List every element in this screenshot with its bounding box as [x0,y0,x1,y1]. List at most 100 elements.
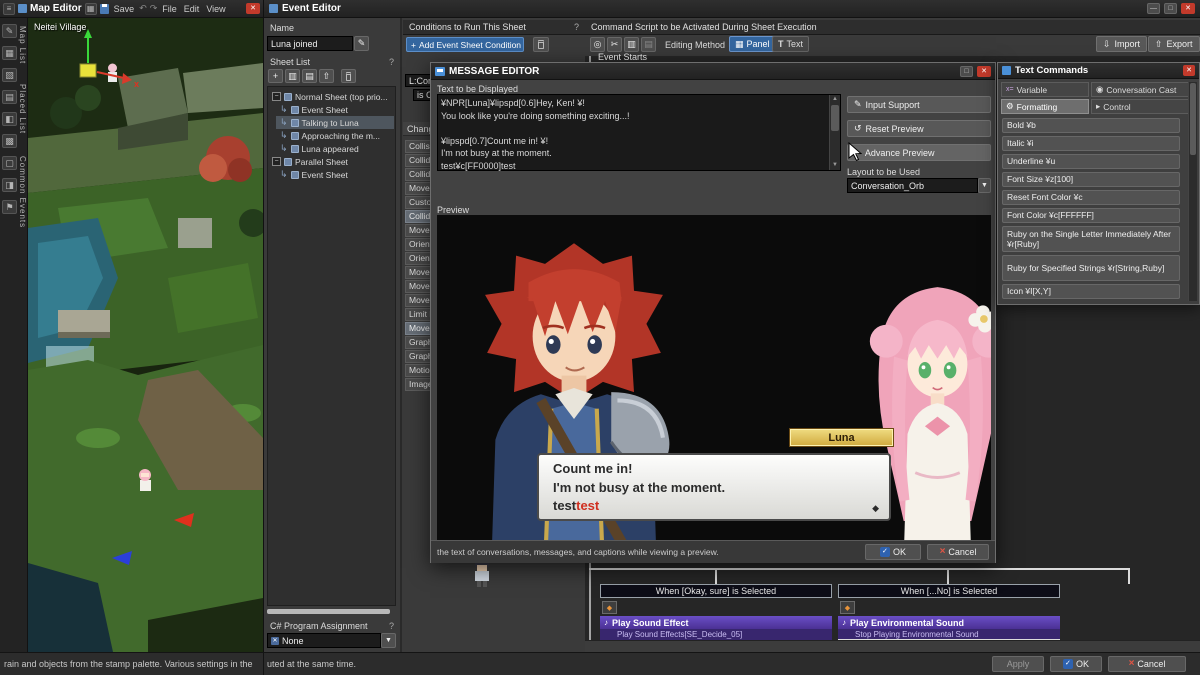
rename-button[interactable]: ✎ [354,36,369,51]
cmd-icon-button[interactable]: Icon ¥I[X,Y] [1002,284,1180,299]
text-commands-scrollbar[interactable] [1188,82,1197,301]
menu-edit[interactable]: Edit [182,4,202,14]
advance-preview-button[interactable]: ▶ Advance Preview [847,144,991,161]
stamp-shade-icon[interactable]: ◨ [2,178,17,192]
scrollbar-thumb[interactable] [831,105,839,131]
message-ok-button[interactable]: ✓OK [865,544,921,560]
panel-toggle[interactable]: ▦ Panel [729,36,776,52]
cmd-bold-button[interactable]: Bold ¥b [1002,118,1180,133]
menu-view[interactable]: View [204,4,227,14]
stamp-select-icon[interactable]: ▢ [2,156,17,170]
insert-handle-icon[interactable]: ◆ [840,601,855,614]
event-flag-icon[interactable]: ⚑ [2,200,17,214]
undo-icon[interactable]: ↶ [139,3,147,14]
map-close-button[interactable]: ✕ [246,3,260,14]
message-cancel-button[interactable]: ×Cancel [927,544,989,560]
preview-eye-icon[interactable]: ◎ [590,37,605,52]
branch-header-no[interactable]: When [...No] is Selected [838,584,1060,598]
menu-icon[interactable]: ≡ [3,3,15,15]
cmd-ruby-single-button[interactable]: Ruby on the Single Letter Immediately Af… [1002,226,1180,252]
export-button[interactable]: ⇧ Export [1148,36,1200,52]
paste-sheet-icon[interactable]: ▤ [302,69,317,83]
cmd-reset-font-color-button[interactable]: Reset Font Color ¥c [1002,190,1180,205]
text-commands-close-button[interactable]: ✕ [1183,65,1195,76]
command-detail-sound-effect[interactable]: Play Sound Effects[SE_Decide_05] [600,629,832,640]
event-name-field[interactable]: Luna joined [267,36,353,51]
command-play-sound-effect[interactable]: ♪ Play Sound Effect [600,616,832,629]
apply-button[interactable]: Apply [992,656,1044,672]
event-starts-node[interactable]: Event Starts [598,52,647,62]
event-close-button[interactable]: ✕ [1181,3,1195,14]
paste-icon[interactable]: ▤ [641,37,656,52]
export-sheet-icon[interactable]: ⇧ [319,69,334,83]
redo-icon[interactable]: ↷ [150,3,158,14]
minimize-button[interactable]: — [1147,3,1160,14]
tree-item-parallel-sheet[interactable]: − Parallel Sheet [268,155,394,168]
tree-item-event-sheet[interactable]: ↳ Event Sheet [276,103,394,116]
delete-condition-button[interactable] [533,37,549,52]
stamp-terrain-icon[interactable]: ▦ [2,46,17,60]
text-toggle[interactable]: T Text [772,36,809,52]
message-text-area[interactable]: ¥NPR[Luna]¥lipspd[0.6]Hey, Ken! ¥! You l… [437,94,841,171]
tab-control[interactable]: ▸ Control [1091,99,1195,114]
layout-select[interactable]: Conversation_Orb [847,178,978,193]
tree-splitter-handle[interactable] [267,609,390,614]
insert-handle-icon[interactable]: ◆ [602,601,617,614]
tree-item-approaching[interactable]: ↳ Approaching the m... [276,129,394,142]
maximize-button[interactable]: □ [1164,3,1177,14]
stamp-pen-icon[interactable]: ✎ [2,24,17,38]
stamp-object-icon[interactable]: ▤ [2,90,17,104]
tree-expander-icon[interactable]: − [272,157,281,166]
menu-file[interactable]: File [160,4,179,14]
copy-icon[interactable]: ▥ [624,37,639,52]
scroll-up-icon[interactable]: ▲ [830,95,840,104]
command-play-env-sound[interactable]: ♪ Play Environmental Sound [838,616,1060,629]
cmd-italic-button[interactable]: Italic ¥i [1002,136,1180,151]
sheet-list-help[interactable]: ? [389,57,394,67]
cmd-font-color-button[interactable]: Font Color ¥c[FFFFFF] [1002,208,1180,223]
tree-item-talking-to-luna[interactable]: ↳ Talking to Luna [276,116,394,129]
cmd-ruby-strings-button[interactable]: Ruby for Specified Strings ¥r[String,Rub… [1002,255,1180,281]
chevron-down-icon[interactable]: ▼ [381,633,396,648]
cmd-underline-button[interactable]: Underline ¥u [1002,154,1180,169]
delete-sheet-button[interactable] [341,69,356,83]
add-sheet-button[interactable]: + [268,69,283,83]
text-area-scrollbar[interactable]: ▲ ▼ [829,95,840,170]
scroll-down-icon[interactable]: ▼ [830,161,840,170]
reset-preview-button[interactable]: ↺ Reset Preview [847,120,991,137]
csharp-select[interactable]: ✕ None [267,633,381,648]
cut-icon[interactable]: ✂ [607,37,622,52]
save-icon[interactable] [100,4,109,14]
input-support-button[interactable]: ✎ Input Support [847,96,991,113]
chevron-down-icon[interactable]: ▼ [978,178,991,193]
tree-expander-icon[interactable]: − [272,92,281,101]
map-viewport[interactable]: x Neitei Village [28,18,263,652]
cmd-font-size-button[interactable]: Font Size ¥z[100] [1002,172,1180,187]
cancel-button[interactable]: ×Cancel [1108,656,1186,672]
side-tab-placed-list[interactable]: Placed List [18,84,27,134]
tab-conversation-cast[interactable]: ◉ Conversation Cast [1091,82,1195,97]
branch-header-yes[interactable]: When [Okay, sure] is Selected [600,584,832,598]
column-splitter[interactable] [400,18,402,652]
tree-item-event-sheet-2[interactable]: ↳ Event Sheet [276,168,394,181]
tab-variable[interactable]: x= Variable [1001,82,1089,97]
stamp-fill-icon[interactable]: ◧ [2,112,17,126]
stamp-area-icon[interactable]: ▩ [2,134,17,148]
copy-sheet-icon[interactable]: ▥ [285,69,300,83]
side-tab-common-events[interactable]: Common Events [18,156,27,228]
csharp-help[interactable]: ? [389,621,394,631]
ok-button[interactable]: ✓OK [1050,656,1102,672]
conditions-help[interactable]: ? [574,22,579,32]
tree-item-normal-sheet[interactable]: − Normal Sheet (top prio... [268,90,394,103]
restore-button[interactable]: □ [960,66,973,77]
save-button[interactable]: Save [112,4,137,14]
add-condition-button[interactable]: + Add Event Sheet Condition [406,37,524,52]
grid-icon[interactable]: ▦ [85,3,97,15]
message-editor-close-button[interactable]: ✕ [977,66,991,77]
tree-item-luna-appeared[interactable]: ↳ Luna appeared [276,142,394,155]
scrollbar-thumb[interactable] [1190,83,1196,155]
import-button[interactable]: ⇩ Import [1096,36,1147,52]
side-tab-map-list[interactable]: Map List [18,26,27,64]
clear-icon[interactable]: ✕ [271,637,279,645]
stamp-slope-icon[interactable]: ▧ [2,68,17,82]
